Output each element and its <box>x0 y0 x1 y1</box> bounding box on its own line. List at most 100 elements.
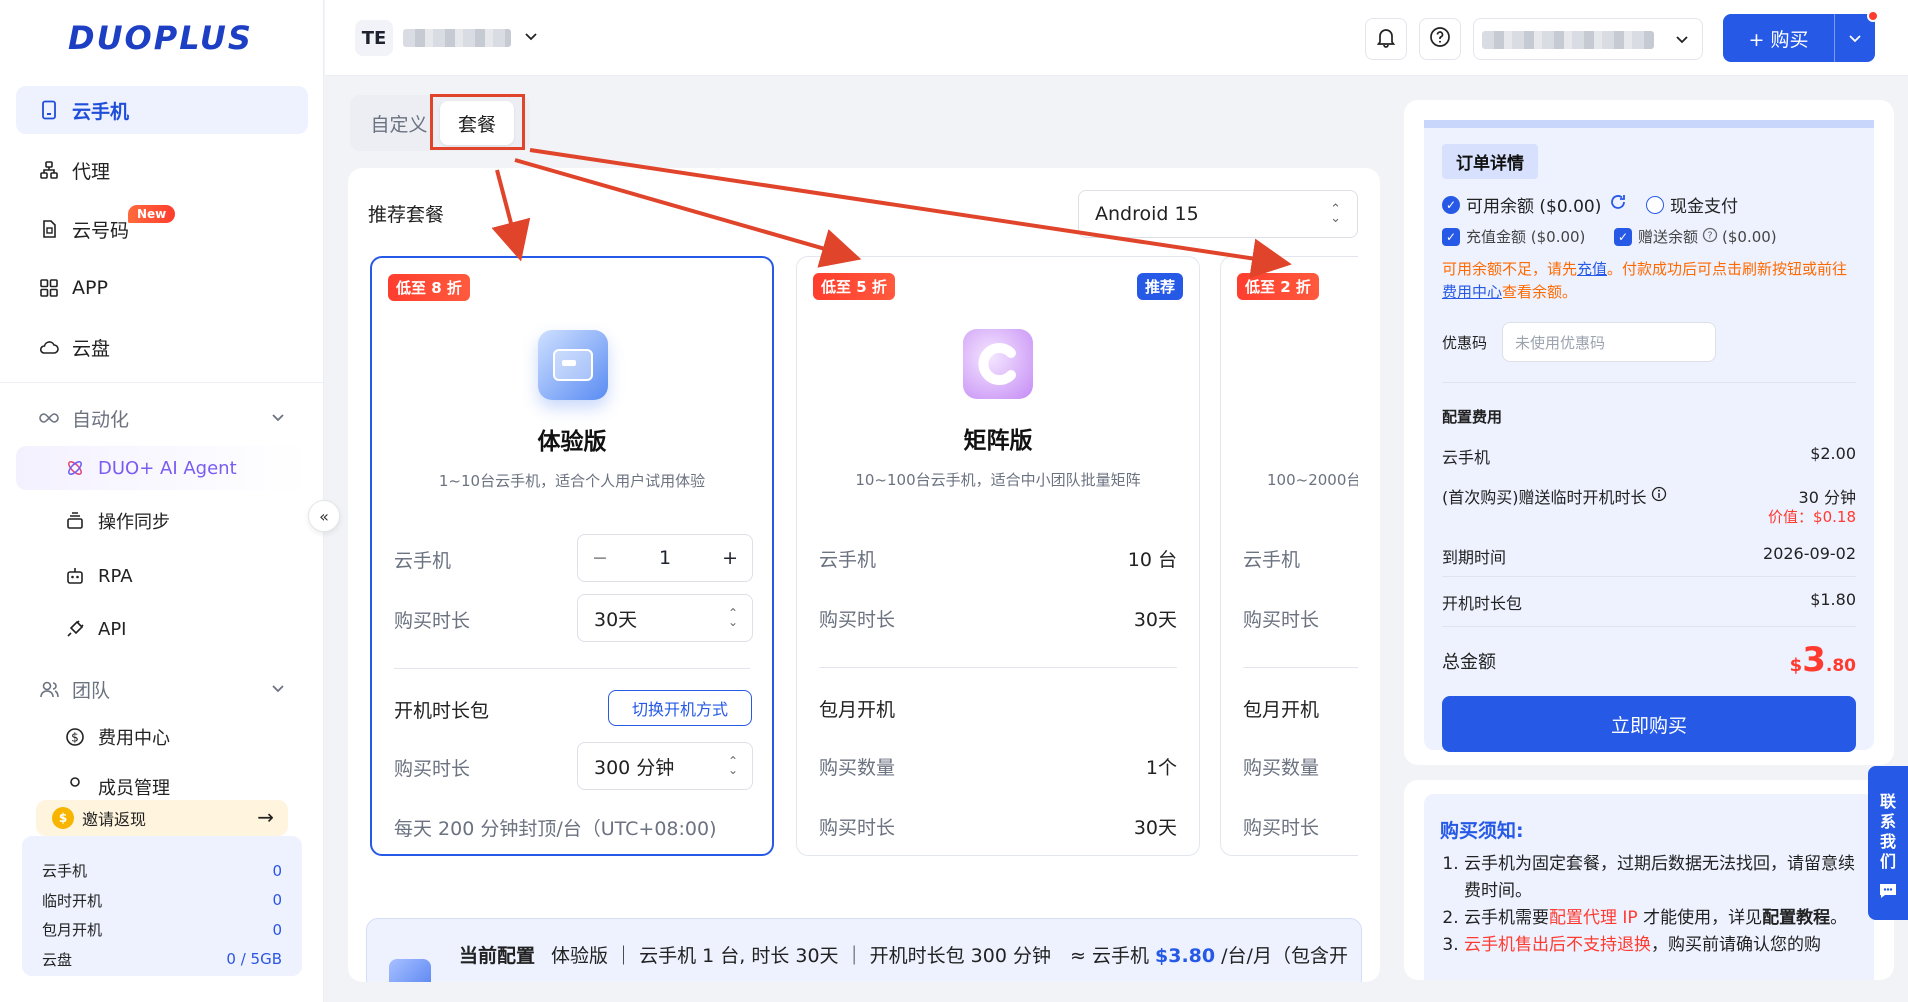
sidebar-item-cloud-phone[interactable]: 云手机 <box>16 86 308 134</box>
pack-duration-select[interactable]: 300 分钟 ⌃ ⌄ <box>577 742 753 790</box>
buy-dropdown-button[interactable] <box>1835 30 1875 46</box>
workspace-switcher[interactable]: TE <box>355 20 539 56</box>
stat-label: 云盘 <box>42 950 73 969</box>
minus-icon[interactable]: − <box>592 547 608 569</box>
stat-label: 包月开机 <box>42 921 103 940</box>
divider <box>819 667 1177 668</box>
gift-balance-checkbox[interactable]: ✓ 赠送余额 ? ($0.00) <box>1614 226 1777 247</box>
expire-label: 到期时间 <box>1442 548 1507 567</box>
phone-count-value: 10 台 <box>1127 549 1177 571</box>
notice-text: 云手机售出后不支持退换 <box>1464 935 1651 955</box>
sidebar-item-ai-agent[interactable]: DUO+ AI Agent <box>16 446 308 490</box>
info-icon[interactable] <box>1651 486 1667 506</box>
help-button[interactable] <box>1419 18 1461 60</box>
bell-icon <box>1375 26 1397 52</box>
notice-item: 云手机需要配置代理 IP 才能使用，详见配置教程。 <box>1464 905 1858 932</box>
notice-text: 云手机需要 <box>1464 908 1549 928</box>
cash-pay-radio[interactable]: 现金支付 <box>1646 192 1738 217</box>
duration-value: 30天 <box>594 608 638 631</box>
stat-label: 云手机 <box>42 862 88 881</box>
double-chevron-left-icon: « <box>319 506 329 526</box>
divider <box>1442 382 1856 383</box>
chevron-down-icon <box>270 679 286 701</box>
notifications-button[interactable] <box>1365 18 1407 60</box>
purchase-notice-card: 购买须知: 云手机为固定套餐，过期后数据无法找回，请留意续费时间。云手机需要配置… <box>1424 794 1874 980</box>
sidebar: DUOPLUS 云手机 代理 云号码 New APP 云盘 自动化 DUO+ A… <box>0 0 324 1002</box>
plug-icon <box>64 618 86 640</box>
sidebar-item-label: 云手机 <box>72 100 130 123</box>
balance-checkbox[interactable]: ✓ 可用余额 ($0.00) <box>1442 192 1627 217</box>
config-unit: /台/月（包含开 <box>1221 945 1348 967</box>
total-currency: $ <box>1789 655 1803 676</box>
recharge-link[interactable]: 充值 <box>1577 260 1607 278</box>
gift-time-price: 价值：$0.18 <box>1768 508 1856 526</box>
sidebar-item-app[interactable]: APP <box>16 264 308 312</box>
pack-duration-label: 购买时长 <box>394 758 471 780</box>
help-icon[interactable]: ? <box>1702 227 1718 247</box>
discount-badge: 低至 2 折 <box>1237 273 1319 300</box>
notice-title: 购买须知: <box>1440 820 1524 842</box>
pack-duration-value: 300 分钟 <box>594 756 675 779</box>
group-team[interactable]: 团队 <box>16 667 308 711</box>
stat-row: 包月开机 0 <box>42 915 282 945</box>
invite-cashback-banner[interactable]: $ 邀请返现 → <box>36 800 288 836</box>
config-price: $3.80 <box>1155 945 1216 967</box>
pack-duration-value: 30天 <box>1133 817 1177 839</box>
package-card-enterprise[interactable]: 低至 2 折 100~2000台 云手机 购买时长 包月开机 购买数量 购买时长 <box>1220 256 1380 856</box>
ai-agent-icon <box>64 457 86 479</box>
notice-item: 云手机为固定套餐，过期后数据无法找回，请留意续费时间。 <box>1464 851 1858 905</box>
package-card-matrix[interactable]: 低至 5 折 推荐 矩阵版 10~100台云手机，适合中小团队批量矩阵 云手机 … <box>796 256 1200 856</box>
qty-label: 购买数量 <box>1243 757 1320 779</box>
sidebar-item-sync[interactable]: 操作同步 <box>16 499 308 543</box>
sidebar-item-label: 操作同步 <box>98 512 170 533</box>
recharge-checkbox[interactable]: ✓ 充值金额 ($0.00) <box>1442 226 1585 247</box>
buy-now-button[interactable]: 立即购买 <box>1442 696 1856 752</box>
buy-button[interactable]: + 购买 <box>1723 10 1879 62</box>
sidebar-item-label: API <box>98 618 127 640</box>
account-selector[interactable] <box>1473 18 1703 60</box>
group-team-label: 团队 <box>72 679 111 702</box>
billing-center-link[interactable]: 费用中心 <box>1442 283 1502 301</box>
sidebar-item-members[interactable]: 成员管理 <box>16 770 308 798</box>
phone-count-label: 云手机 <box>819 549 877 571</box>
check-icon: ✓ <box>1442 227 1460 246</box>
stat-row: 临时开机 0 <box>42 886 282 916</box>
coupon-select[interactable]: 未使用优惠码 <box>1502 322 1716 362</box>
config-approx: ≈ 云手机 <box>1069 945 1149 967</box>
switch-boot-mode-button[interactable]: 切换开机方式 <box>608 690 752 726</box>
package-card-trial[interactable]: 低至 8 折 体验版 1~10台云手机，适合个人用户试用体验 云手机 − 1 +… <box>370 256 774 856</box>
sidebar-item-cloud-disk[interactable]: 云盘 <box>16 323 308 371</box>
refresh-icon[interactable] <box>1609 193 1627 216</box>
sidebar-item-label: RPA <box>98 565 133 587</box>
android-version-select[interactable]: Android 15 ⌃ ⌄ <box>1078 190 1358 238</box>
chevron-down-icon <box>270 408 286 430</box>
contact-us-button[interactable]: 联系我们 <box>1868 766 1908 920</box>
stat-value: 0 <box>272 920 282 939</box>
sidebar-item-label: 云号码 <box>72 219 130 242</box>
balance-label: 可用余额 ($0.00) <box>1466 197 1602 217</box>
collapse-sidebar-button[interactable]: « <box>308 500 340 532</box>
group-automation[interactable]: 自动化 <box>16 396 308 440</box>
plus-icon[interactable]: + <box>722 547 738 569</box>
phone-count-label: 云手机 <box>1243 549 1301 571</box>
sidebar-item-api[interactable]: API <box>16 607 308 651</box>
tab-custom[interactable]: 自定义 <box>362 101 436 145</box>
sidebar-item-rpa[interactable]: RPA <box>16 554 308 598</box>
workspace-name-redacted <box>403 29 511 47</box>
notice-text: 配置教程 <box>1762 908 1831 928</box>
duration-label: 购买时长 <box>1243 609 1320 631</box>
sidebar-item-proxy[interactable]: 代理 <box>16 146 308 194</box>
insufficient-balance-warning: 可用余额不足，请先充值。付款成功后可点击刷新按钮或前往费用中心查看余额。 <box>1442 258 1862 304</box>
monthly-boot-label: 包月开机 <box>819 699 896 721</box>
fees-title: 配置费用 <box>1442 408 1503 426</box>
order-details-panel: 订单详情 ✓ 可用余额 ($0.00) 现金支付 ✓ 充值金额 ($0.00) … <box>1404 100 1894 765</box>
phone-count-stepper[interactable]: − 1 + <box>577 534 753 582</box>
buy-button-label[interactable]: + 购买 <box>1723 14 1835 62</box>
panel-right-padding <box>1358 248 1380 868</box>
pack-duration-label: 购买时长 <box>819 817 896 839</box>
sidebar-item-billing[interactable]: $ 费用中心 <box>16 715 308 759</box>
duration-select[interactable]: 30天 ⌃ ⌄ <box>577 594 753 642</box>
warn-text: 可用余额不足，请先 <box>1442 260 1578 278</box>
duoplus-logo[interactable]: DUOPLUS <box>68 19 253 57</box>
gift-time-row: (首次购买)赠送临时开机时长 <box>1442 484 1667 508</box>
